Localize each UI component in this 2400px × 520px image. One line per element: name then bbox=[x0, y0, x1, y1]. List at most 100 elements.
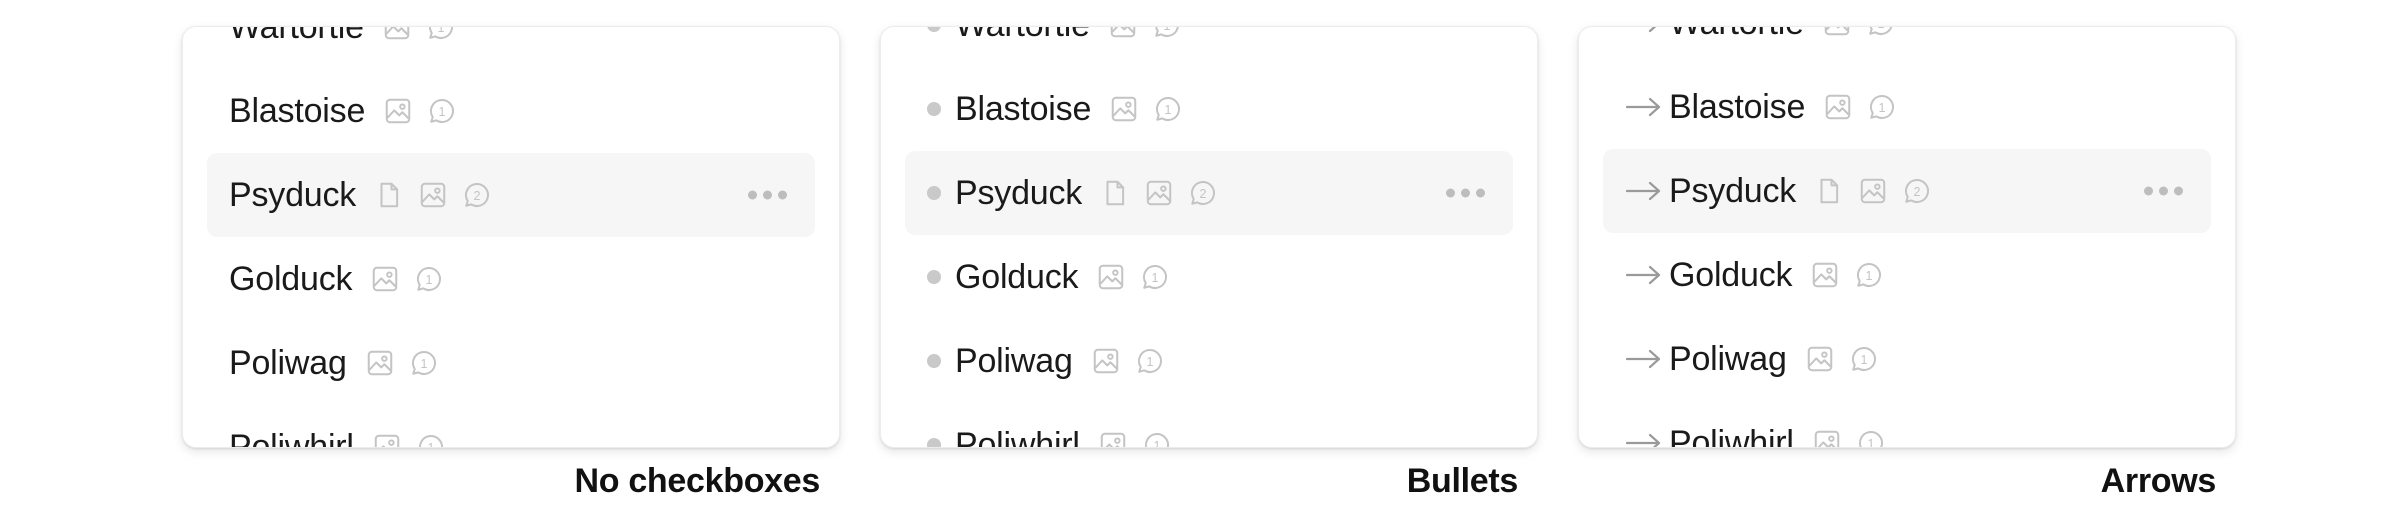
list-item[interactable]: Golduck 1 bbox=[1603, 233, 2211, 317]
comment-bubble-icon: 1 bbox=[409, 348, 439, 378]
comment-bubble-icon: 1 bbox=[1152, 26, 1182, 40]
image-icon bbox=[1812, 428, 1842, 447]
item-name: Poliwag bbox=[229, 343, 347, 382]
comment-bubble-icon: 2 bbox=[1188, 178, 1218, 208]
panel-caption: Arrows bbox=[2100, 462, 2217, 500]
comment-count: 1 bbox=[1163, 26, 1170, 33]
list-item-selected[interactable]: Psyduck 2 bbox=[1603, 149, 2211, 233]
panel-caption: No checkboxes bbox=[574, 462, 820, 500]
list-item[interactable]: Poliwhirl 1 bbox=[1603, 401, 2211, 448]
bullet-icon bbox=[927, 186, 955, 200]
image-icon bbox=[1091, 346, 1121, 376]
comment-bubble-icon: 1 bbox=[426, 26, 456, 42]
item-name: Psyduck bbox=[229, 175, 357, 214]
comment-count: 1 bbox=[1866, 269, 1873, 283]
list-item[interactable]: Wartortle 1 bbox=[207, 26, 815, 69]
item-name: Wartortle bbox=[955, 27, 1090, 45]
comment-count: 2 bbox=[1200, 187, 1207, 201]
image-icon bbox=[372, 432, 402, 447]
list-item[interactable]: Golduck 1 bbox=[207, 237, 815, 321]
image-icon bbox=[1109, 94, 1139, 124]
comment-bubble-icon: 2 bbox=[462, 180, 492, 210]
item-name: Blastoise bbox=[229, 91, 366, 130]
bullet-icon bbox=[927, 270, 955, 284]
comment-count: 1 bbox=[420, 357, 427, 371]
item-name: Golduck bbox=[955, 257, 1079, 296]
more-options-icon[interactable] bbox=[1446, 188, 1485, 198]
comment-bubble-icon: 1 bbox=[414, 264, 444, 294]
comment-count: 1 bbox=[427, 441, 434, 448]
comment-count: 1 bbox=[1879, 101, 1886, 115]
image-icon bbox=[1805, 344, 1835, 374]
list-item[interactable]: Poliwag 1 bbox=[207, 321, 815, 405]
comment-bubble-icon: 1 bbox=[1866, 26, 1896, 38]
image-icon bbox=[370, 264, 400, 294]
item-list: Wartortle 1 Blastoise 1 Psyduck 2 Golduc… bbox=[183, 26, 839, 448]
item-name: Poliwhirl bbox=[955, 425, 1080, 448]
comment-bubble-icon: 1 bbox=[1135, 346, 1165, 376]
item-list: Wartortle 1 Blastoise 1 Psyduck bbox=[881, 26, 1537, 448]
item-name: Psyduck bbox=[1669, 171, 1797, 210]
arrow-right-icon bbox=[1625, 180, 1669, 202]
list-item[interactable]: Blastoise 1 bbox=[1603, 65, 2211, 149]
list-item[interactable]: Poliwag 1 bbox=[1603, 317, 2211, 401]
list-item[interactable]: Golduck 1 bbox=[905, 235, 1513, 319]
item-name: Poliwhirl bbox=[229, 427, 354, 448]
comment-bubble-icon: 1 bbox=[416, 432, 446, 448]
item-name: Blastoise bbox=[1669, 87, 1806, 126]
item-name: Wartortle bbox=[229, 26, 364, 46]
list-item[interactable]: Blastoise 1 bbox=[207, 69, 815, 153]
comment-count: 1 bbox=[1867, 437, 1874, 448]
arrow-right-icon bbox=[1625, 27, 1669, 34]
bullet-icon bbox=[927, 354, 955, 368]
comment-bubble-icon: 1 bbox=[1153, 94, 1183, 124]
comment-count: 1 bbox=[1860, 353, 1867, 367]
comment-bubble-icon: 2 bbox=[1902, 176, 1932, 206]
image-icon bbox=[383, 96, 413, 126]
comment-count: 1 bbox=[1146, 355, 1153, 369]
item-name: Poliwag bbox=[955, 341, 1073, 380]
comment-count: 2 bbox=[1914, 185, 1921, 199]
list-card: Wartortle 1 Blastoise 1 Psyduck bbox=[880, 26, 1538, 448]
bullet-icon bbox=[927, 438, 955, 447]
list-item[interactable]: Poliwag 1 bbox=[905, 319, 1513, 403]
more-options-icon[interactable] bbox=[748, 190, 787, 200]
comment-bubble-icon: 1 bbox=[1867, 92, 1897, 122]
item-name: Blastoise bbox=[955, 89, 1092, 128]
comment-count: 1 bbox=[426, 273, 433, 287]
comment-count: 1 bbox=[1165, 103, 1172, 117]
image-icon bbox=[382, 27, 412, 42]
more-options-icon[interactable] bbox=[2144, 186, 2183, 196]
comment-bubble-icon: 1 bbox=[1856, 428, 1886, 448]
comment-bubble-icon: 1 bbox=[1140, 262, 1170, 292]
document-icon bbox=[1100, 178, 1130, 208]
panel-caption: Bullets bbox=[1406, 462, 1519, 500]
list-item[interactable]: Blastoise 1 bbox=[905, 67, 1513, 151]
image-icon bbox=[365, 348, 395, 378]
list-item[interactable]: Wartortle 1 bbox=[905, 26, 1513, 67]
comment-count: 1 bbox=[1152, 271, 1159, 285]
list-card: Wartortle 1 Blastoise 1 Psyduck 2 Golduc… bbox=[182, 26, 840, 448]
item-name: Poliwhirl bbox=[1669, 423, 1794, 448]
comment-count: 1 bbox=[437, 26, 444, 35]
arrow-right-icon bbox=[1625, 264, 1669, 286]
comment-bubble-icon: 1 bbox=[1849, 344, 1879, 374]
list-item-selected[interactable]: Psyduck 2 bbox=[905, 151, 1513, 235]
image-icon bbox=[418, 180, 448, 210]
arrow-right-icon bbox=[1625, 96, 1669, 118]
list-item-selected[interactable]: Psyduck 2 bbox=[207, 153, 815, 237]
image-icon bbox=[1822, 27, 1852, 38]
comment-count: 1 bbox=[439, 105, 446, 119]
comment-bubble-icon: 1 bbox=[1854, 260, 1884, 290]
item-name: Poliwag bbox=[1669, 339, 1787, 378]
item-name: Wartortle bbox=[1669, 27, 1804, 43]
bullet-icon bbox=[927, 102, 955, 116]
list-item[interactable]: Wartortle 1 bbox=[1603, 26, 2211, 65]
arrow-right-icon bbox=[1625, 348, 1669, 370]
list-card: Wartortle 1 Blastoise 1 Psyduck bbox=[1578, 26, 2236, 448]
item-name: Golduck bbox=[1669, 255, 1793, 294]
image-icon bbox=[1096, 262, 1126, 292]
list-item[interactable]: Poliwhirl 1 bbox=[905, 403, 1513, 448]
list-item[interactable]: Poliwhirl 1 bbox=[207, 405, 815, 448]
comment-count: 1 bbox=[1877, 26, 1884, 31]
